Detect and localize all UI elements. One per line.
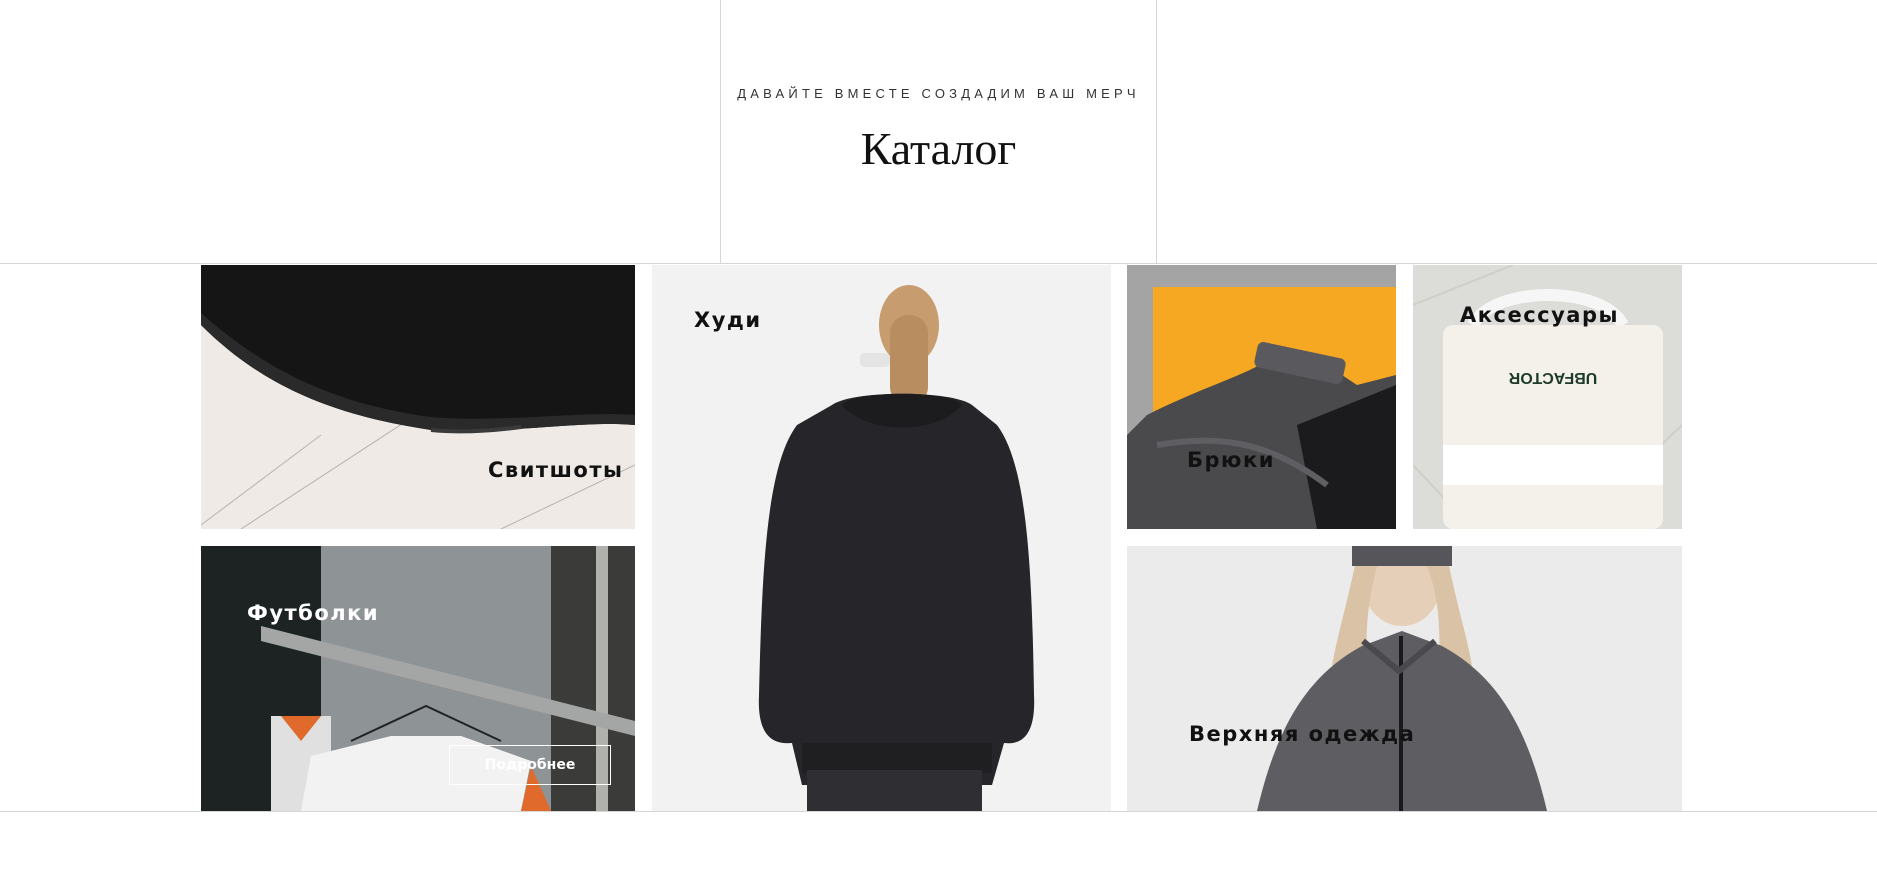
hero-subtitle: ДАВАЙТЕ ВМЕСТЕ СОЗДАДИМ ВАШ МЕРЧ: [737, 86, 1140, 101]
card-label: Верхняя одежда: [1189, 722, 1416, 746]
sweatshirt-photo: [201, 265, 635, 529]
hoodie-photo: [652, 265, 1111, 811]
jacket-photo: [1127, 546, 1682, 811]
card-pants[interactable]: Брюки: [1127, 265, 1396, 529]
section-bottom-rule: [0, 811, 1877, 812]
pants-photo: [1127, 265, 1396, 529]
card-label: Аксессуары: [1460, 303, 1619, 327]
card-outerwear[interactable]: Верхняя одежда: [1127, 546, 1682, 811]
page-title: Каталог: [860, 123, 1017, 174]
bag-print-text: UBFACTOR: [1508, 369, 1597, 386]
card-tshirts[interactable]: Футболки Подробнее: [201, 546, 635, 811]
details-button[interactable]: Подробнее: [449, 745, 611, 785]
card-accessories[interactable]: UBFACTOR Аксессуары: [1413, 265, 1682, 529]
card-label: Футболки: [247, 601, 380, 625]
card-sweatshirts[interactable]: Свитшоты: [201, 265, 635, 529]
card-hoodies[interactable]: Худи: [652, 265, 1111, 811]
card-label: Худи: [694, 308, 762, 332]
card-label: Брюки: [1187, 448, 1275, 472]
card-label: Свитшоты: [488, 458, 624, 482]
hero-bottom-rule: [0, 263, 1877, 264]
